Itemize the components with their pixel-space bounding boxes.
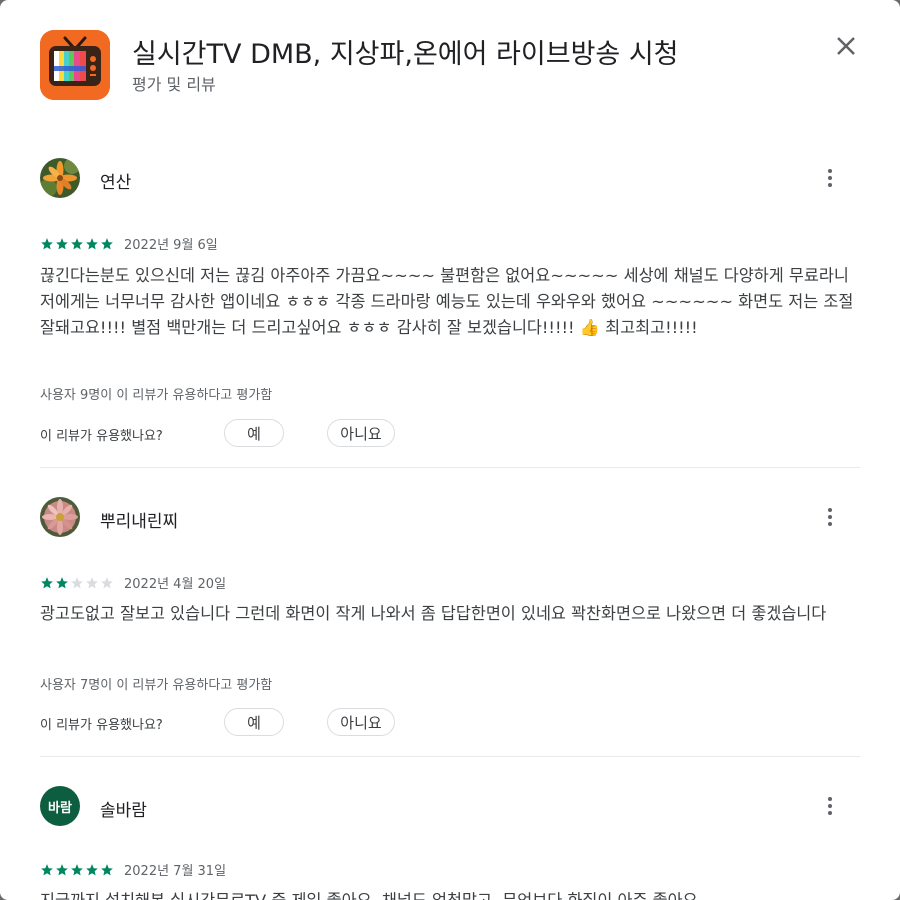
review-item: 바람 솔바람 2022년 7월 31일 지금까지 설치해본 실시간무료TV 중 …: [40, 786, 860, 900]
star-filled-icon: [71, 863, 83, 875]
app-title: 실시간TV DMB, 지상파,온에어 라이브방송 시청: [132, 39, 679, 70]
star-empty-icon: [86, 576, 98, 588]
review-text: 지금까지 설치해본 실시간무료TV 중 제일 좋아요. 채널도 엄청많고, 무엇…: [40, 888, 860, 900]
helpful-count: 사용자 9명이 이 리뷰가 유용하다고 평가함: [40, 388, 273, 403]
helpful-question: 이 리뷰가 유용했나요?: [40, 429, 163, 444]
helpful-yes-button[interactable]: 예: [224, 708, 284, 736]
review-text: 광고도없고 잘보고 있습니다 그런데 화면이 작게 나와서 좀 답답한면이 있네…: [40, 604, 827, 623]
divider: [40, 467, 860, 468]
star-filled-icon: [101, 237, 113, 249]
star-filled-icon: [71, 237, 83, 249]
star-filled-icon: [56, 863, 68, 875]
review-meta: 2022년 9월 6일: [40, 234, 218, 253]
star-filled-icon: [86, 237, 98, 249]
dialog-header: 실시간TV DMB, 지상파,온에어 라이브방송 시청 평가 및 리뷰: [0, 0, 900, 120]
more-options-icon[interactable]: [816, 164, 844, 192]
close-icon[interactable]: [835, 35, 857, 57]
star-empty-icon: [101, 576, 113, 588]
divider: [40, 756, 860, 757]
star-rating: [40, 237, 114, 251]
avatar: [40, 497, 80, 537]
helpful-question: 이 리뷰가 유용했나요?: [40, 718, 163, 733]
star-filled-icon: [56, 576, 68, 588]
helpful-no-button[interactable]: 아니요: [327, 419, 395, 447]
review-text: 끊긴다는분도 있으신데 저는 끊김 아주아주 가끔요~~~~ 불편함은 없어요~…: [40, 266, 854, 337]
review-author: 연산: [100, 173, 132, 193]
review-meta: 2022년 4월 20일: [40, 573, 226, 592]
star-rating: [40, 576, 114, 590]
star-filled-icon: [41, 576, 53, 588]
review-meta: 2022년 7월 31일: [40, 860, 226, 879]
tv-app-icon: [40, 30, 110, 100]
star-filled-icon: [41, 237, 53, 249]
star-rating: [40, 863, 114, 877]
review-date: 2022년 9월 6일: [124, 238, 218, 253]
avatar: 바람: [40, 786, 80, 826]
review-date: 2022년 4월 20일: [124, 577, 227, 592]
reviews-dialog: 실시간TV DMB, 지상파,온에어 라이브방송 시청 평가 및 리뷰 연산 2…: [0, 0, 900, 900]
more-options-icon[interactable]: [816, 792, 844, 820]
page-subtitle: 평가 및 리뷰: [132, 75, 216, 94]
avatar: [40, 158, 80, 198]
avatar-text: 바람: [48, 800, 72, 816]
review-item: 연산 2022년 9월 6일 끊긴다는분도 있으신데 저는 끊김 아주아주 가끔…: [40, 158, 860, 458]
star-filled-icon: [86, 863, 98, 875]
review-item: 뿌리내린찌 2022년 4월 20일 광고도없고 잘보고 있습니다 그런데 화면…: [40, 497, 860, 757]
helpful-count: 사용자 7명이 이 리뷰가 유용하다고 평가함: [40, 678, 273, 693]
star-filled-icon: [41, 863, 53, 875]
helpful-no-button[interactable]: 아니요: [327, 708, 395, 736]
star-filled-icon: [56, 237, 68, 249]
more-options-icon[interactable]: [816, 503, 844, 531]
review-author: 솔바람: [100, 801, 147, 821]
star-filled-icon: [101, 863, 113, 875]
review-date: 2022년 7월 31일: [124, 864, 227, 879]
close-button[interactable]: [830, 30, 862, 62]
star-empty-icon: [71, 576, 83, 588]
helpful-yes-button[interactable]: 예: [224, 419, 284, 447]
review-author: 뿌리내린찌: [100, 512, 179, 532]
